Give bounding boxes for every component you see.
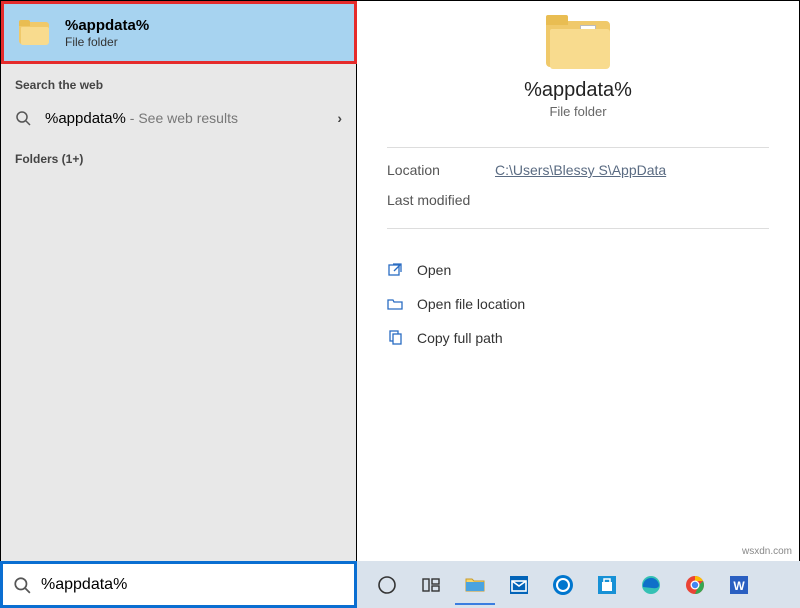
divider: [387, 228, 769, 229]
dell-icon[interactable]: [543, 565, 583, 605]
mail-icon[interactable]: [499, 565, 539, 605]
folder-icon: [546, 15, 610, 69]
search-results-pane: %appdata% File folder Search the web %ap…: [0, 0, 357, 561]
preview-title: %appdata%: [357, 79, 799, 102]
watermark: wsxdn.com: [740, 545, 794, 558]
cortana-icon[interactable]: [367, 565, 407, 605]
preview-pane: %appdata% File folder Location C:\Users\…: [357, 0, 800, 561]
best-match-result[interactable]: %appdata% File folder: [1, 1, 357, 64]
web-result[interactable]: %appdata% - See web results ›: [1, 98, 356, 138]
store-icon[interactable]: [587, 565, 627, 605]
open-file-location-action[interactable]: Open file location: [357, 287, 799, 321]
search-icon: [13, 576, 31, 594]
best-match-subtitle: File folder: [65, 35, 149, 49]
web-result-suffix: - See web results: [126, 110, 238, 126]
folders-header: Folders (1+): [1, 138, 356, 172]
location-link[interactable]: C:\Users\Blessy S\AppData: [495, 162, 666, 178]
search-web-header: Search the web: [1, 64, 356, 98]
edge-icon[interactable]: [631, 565, 671, 605]
web-result-query: %appdata%: [45, 110, 126, 127]
taskbar: W: [357, 561, 800, 608]
copy-icon: [387, 330, 403, 346]
copy-path-label: Copy full path: [417, 330, 503, 346]
chrome-icon[interactable]: [675, 565, 715, 605]
last-modified-label: Last modified: [387, 192, 495, 208]
word-icon[interactable]: W: [719, 565, 759, 605]
location-label: Location: [387, 162, 495, 178]
task-view-icon[interactable]: [411, 565, 451, 605]
folder-open-icon: [387, 296, 403, 312]
preview-subtitle: File folder: [357, 104, 799, 119]
copy-path-action[interactable]: Copy full path: [357, 321, 799, 355]
search-input[interactable]: [41, 576, 344, 594]
open-action[interactable]: Open: [357, 253, 799, 287]
search-bar[interactable]: [0, 561, 357, 608]
open-file-location-label: Open file location: [417, 296, 525, 312]
open-icon: [387, 262, 403, 278]
svg-text:W: W: [733, 579, 745, 593]
best-match-title: %appdata%: [65, 17, 149, 34]
folder-icon: [19, 20, 49, 46]
open-label: Open: [417, 262, 451, 278]
file-explorer-icon[interactable]: [455, 565, 495, 605]
search-icon: [15, 110, 31, 126]
chevron-right-icon: ›: [337, 110, 342, 126]
